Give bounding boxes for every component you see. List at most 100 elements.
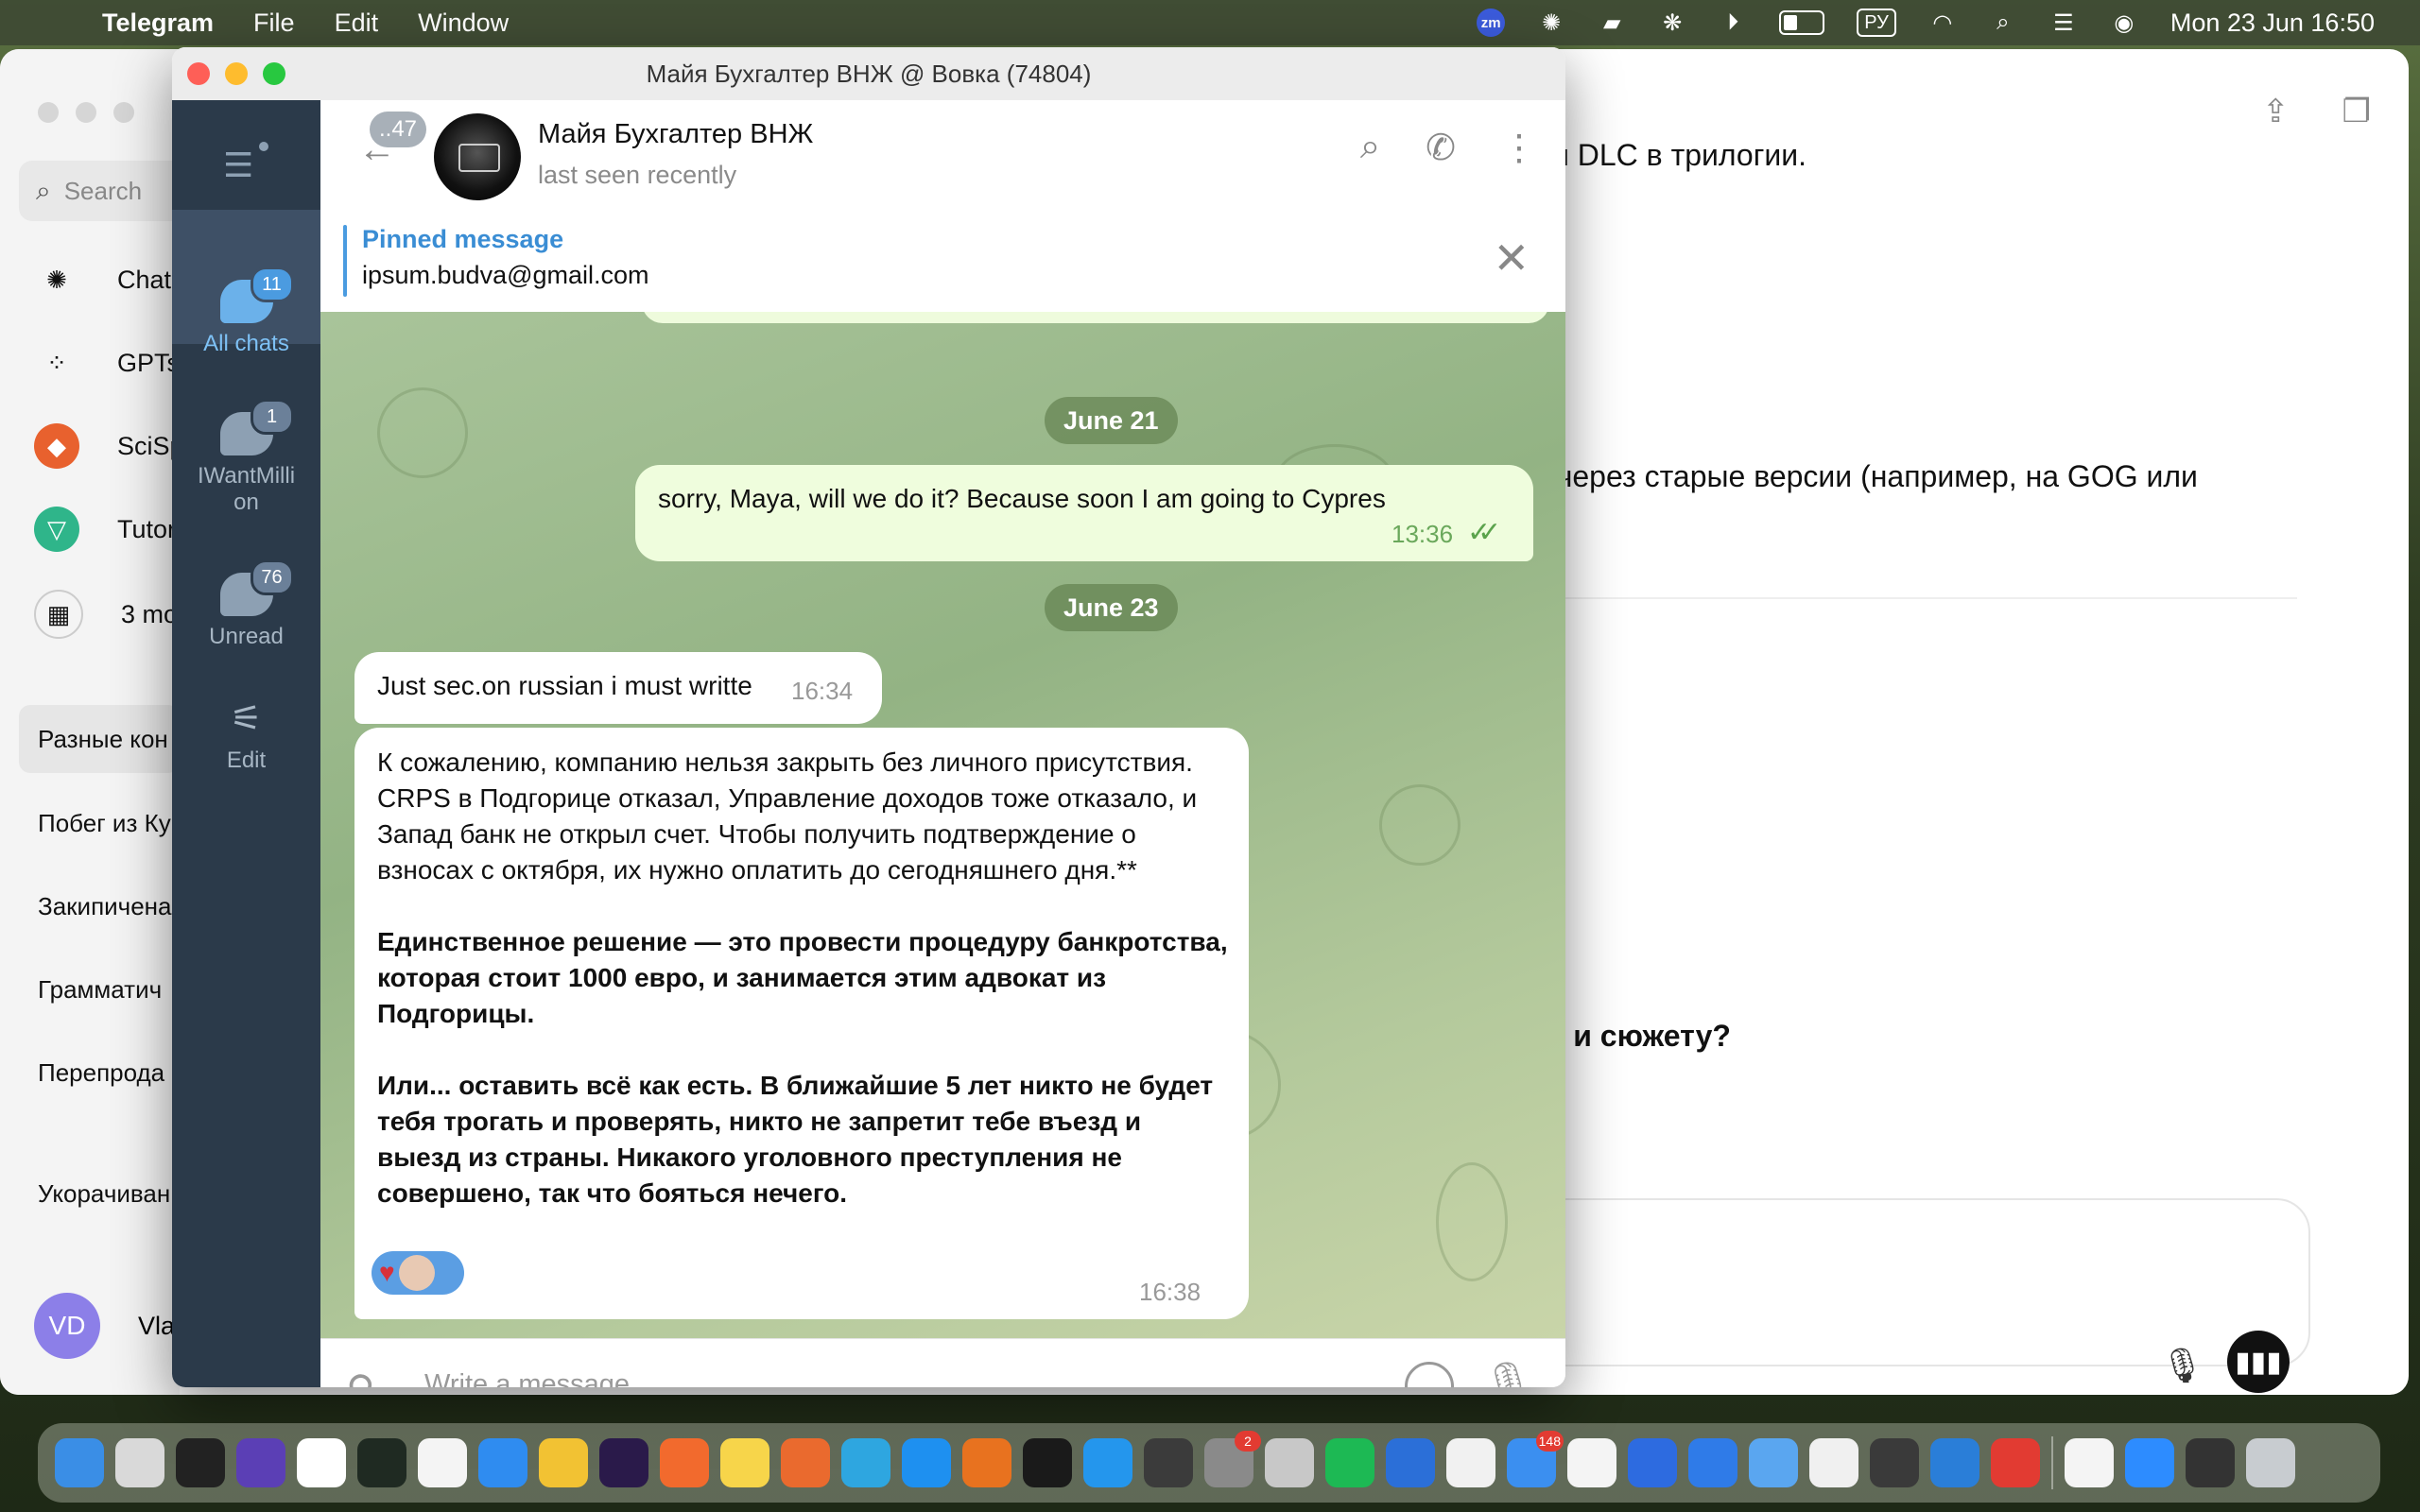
siri-icon[interactable]: ◉ bbox=[2110, 9, 2138, 37]
close-icon[interactable]: ✕ bbox=[1493, 232, 1530, 284]
chatgpt-status-icon[interactable]: ✺ bbox=[1537, 9, 1565, 37]
menu-file[interactable]: File bbox=[253, 9, 295, 38]
back-unread-badge[interactable]: ..47 bbox=[370, 112, 427, 147]
dock-box-icon[interactable] bbox=[1023, 1438, 1072, 1487]
dock-chatgpt-icon[interactable] bbox=[297, 1438, 346, 1487]
bg-zoom-button[interactable] bbox=[113, 102, 134, 123]
window-title: Майя Бухгалтер ВНЖ @ Вовка (74804) bbox=[646, 60, 1092, 88]
dock-c-app-icon[interactable] bbox=[1628, 1438, 1677, 1487]
dock-spotify-icon[interactable] bbox=[1325, 1438, 1374, 1487]
emoji-icon[interactable] bbox=[1405, 1362, 1454, 1387]
folder-unread[interactable]: 76 Unread bbox=[172, 559, 320, 650]
dock-chrome-icon[interactable] bbox=[539, 1438, 588, 1487]
avatar[interactable] bbox=[434, 113, 521, 200]
folder-label: Unread bbox=[209, 624, 284, 649]
wifi-icon[interactable]: ◠ bbox=[1928, 9, 1957, 37]
dock-yandex-browser-icon[interactable] bbox=[418, 1438, 467, 1487]
bg-nav-more[interactable]: ▦ 3 mo bbox=[34, 590, 178, 639]
dock-activity-monitor-icon[interactable] bbox=[357, 1438, 406, 1487]
bg-composer[interactable] bbox=[1475, 1198, 2310, 1366]
folder-iwantmillion[interactable]: 1 IWantMilli on bbox=[172, 399, 320, 516]
dock-finder-icon[interactable] bbox=[55, 1438, 104, 1487]
microphone-icon[interactable]: 🎙 bbox=[1483, 1360, 1533, 1387]
attach-paperclip-icon[interactable]: ⚲ bbox=[337, 1362, 389, 1387]
control-center-icon[interactable]: ☰ bbox=[2049, 9, 2078, 37]
dock-zoom-icon[interactable] bbox=[2125, 1438, 2174, 1487]
spotlight-search-icon[interactable]: ⌕ bbox=[1989, 9, 2017, 37]
dock-docker-icon[interactable] bbox=[1083, 1438, 1132, 1487]
menu-edit[interactable]: Edit bbox=[335, 9, 379, 38]
chat-name[interactable]: Майя Бухгалтер ВНЖ bbox=[538, 119, 813, 150]
dock-rider-icon[interactable] bbox=[1386, 1438, 1435, 1487]
phone-icon[interactable]: ✆ bbox=[1426, 127, 1456, 169]
menu-clock[interactable]: Mon 23 Jun 16:50 bbox=[2170, 9, 2375, 38]
bg-conversation-item[interactable]: Перепрода bbox=[38, 1058, 164, 1088]
bg-close-button[interactable] bbox=[38, 102, 59, 123]
dock-fus-icon[interactable] bbox=[962, 1438, 1011, 1487]
dock-system-settings-icon[interactable]: 2 bbox=[1204, 1431, 1261, 1487]
dock-w-app-icon[interactable] bbox=[1446, 1438, 1495, 1487]
dock-terminal-icon[interactable] bbox=[176, 1438, 225, 1487]
dock-firefox-icon[interactable] bbox=[660, 1438, 709, 1487]
outgoing-message[interactable]: sorry, Maya, will we do it? Because soon… bbox=[635, 465, 1533, 561]
dock-opera-icon[interactable] bbox=[599, 1438, 648, 1487]
message-reaction[interactable]: ♥ bbox=[372, 1251, 464, 1295]
dock-pixelmator-icon[interactable] bbox=[781, 1438, 830, 1487]
pinned-message-bar[interactable]: Pinned message ipsum.budva@gmail.com ✕ bbox=[320, 210, 1565, 313]
dock-screen-icon[interactable] bbox=[2186, 1438, 2235, 1487]
bg-minimize-button[interactable] bbox=[76, 102, 96, 123]
dock-preview-icon[interactable] bbox=[1567, 1438, 1616, 1487]
bg-nav-gpts[interactable]: ⁘ GPTs bbox=[34, 340, 180, 386]
bg-user-profile[interactable]: VD Vlad bbox=[34, 1293, 189, 1359]
search-icon[interactable]: ⌕ bbox=[1360, 127, 1380, 169]
folder-all-chats[interactable]: 11 All chats bbox=[172, 266, 320, 357]
dock-vscode-icon[interactable] bbox=[1930, 1438, 1979, 1487]
bg-conversation-item[interactable]: Побег из Ку bbox=[38, 809, 171, 838]
dock-app-store-icon[interactable] bbox=[902, 1438, 951, 1487]
bg-conversation-item[interactable]: Закипичена bbox=[38, 892, 172, 921]
bg-conversation-item[interactable]: Укорачиван bbox=[38, 1179, 170, 1209]
dock-focus-icon[interactable] bbox=[1809, 1438, 1858, 1487]
dock-sublime-icon[interactable] bbox=[1144, 1438, 1193, 1487]
dock-trash-icon[interactable] bbox=[2246, 1438, 2295, 1487]
dock-launchpad-icon[interactable] bbox=[115, 1438, 164, 1487]
dock-simulator-icon[interactable] bbox=[1870, 1438, 1919, 1487]
header-actions: ⌕ ✆ ⋮ bbox=[1360, 127, 1537, 169]
play-status-icon[interactable]: ⏵ bbox=[1719, 9, 1747, 37]
disk-status-icon[interactable]: ▰ bbox=[1598, 9, 1626, 37]
perplexity-status-icon[interactable]: ❋ bbox=[1658, 9, 1686, 37]
more-vertical-icon[interactable]: ⋮ bbox=[1501, 127, 1537, 169]
dock-textedit-icon[interactable] bbox=[2065, 1438, 2114, 1487]
share-icon[interactable]: ⇪ bbox=[2262, 93, 2290, 130]
bg-nav-scispace[interactable]: ◆ SciSp bbox=[34, 423, 184, 469]
dock-telegram-icon[interactable] bbox=[841, 1438, 890, 1487]
voice-mode-icon[interactable]: ▮▮▮ bbox=[2227, 1331, 2290, 1393]
dock-testflight-icon[interactable] bbox=[1749, 1438, 1798, 1487]
dock-files-icon[interactable] bbox=[1688, 1438, 1737, 1487]
date-separator: June 23 bbox=[1045, 584, 1178, 631]
bg-conversation-item[interactable]: Грамматич bbox=[38, 975, 162, 1005]
dock-transmit-icon[interactable] bbox=[1265, 1438, 1314, 1487]
new-window-icon[interactable]: ❐ bbox=[2342, 93, 2371, 130]
dock-notes-icon[interactable] bbox=[720, 1438, 769, 1487]
message-input[interactable]: Write a message... bbox=[424, 1369, 652, 1387]
folder-label: All chats bbox=[203, 331, 289, 356]
menu-app-name[interactable]: Telegram bbox=[102, 9, 214, 38]
microphone-icon[interactable]: 🎙 bbox=[2161, 1346, 2204, 1385]
bg-nav-chatgpt[interactable]: ✺ ChatG bbox=[34, 257, 191, 302]
menu-window[interactable]: Window bbox=[418, 9, 509, 38]
dock-anydesk-icon[interactable] bbox=[1991, 1438, 2040, 1487]
battery-icon[interactable] bbox=[1779, 10, 1825, 35]
dock-siri-icon[interactable] bbox=[236, 1438, 285, 1487]
dock-safari-icon[interactable] bbox=[478, 1438, 527, 1487]
dock-mail-icon[interactable]: 148 bbox=[1507, 1431, 1564, 1487]
incoming-message[interactable]: К сожалению, компанию нельзя закрыть без… bbox=[354, 728, 1249, 1319]
keyboard-layout-indicator[interactable]: РУ bbox=[1857, 9, 1896, 37]
folder-edit[interactable]: ⚟ Edit bbox=[172, 697, 320, 774]
incoming-message[interactable]: Just sec.on russian i must writte 16:34 bbox=[354, 652, 882, 724]
message-list[interactable]: June 21 sorry, Maya, will we do it? Beca… bbox=[320, 312, 1565, 1338]
bg-conversation-item[interactable]: Разные кон bbox=[19, 705, 180, 773]
bg-nav-tutor[interactable]: ▽ Tutor bbox=[34, 507, 176, 552]
zoom-status-icon[interactable]: zm bbox=[1477, 9, 1506, 37]
menu-icon[interactable]: ☰ bbox=[223, 146, 253, 185]
